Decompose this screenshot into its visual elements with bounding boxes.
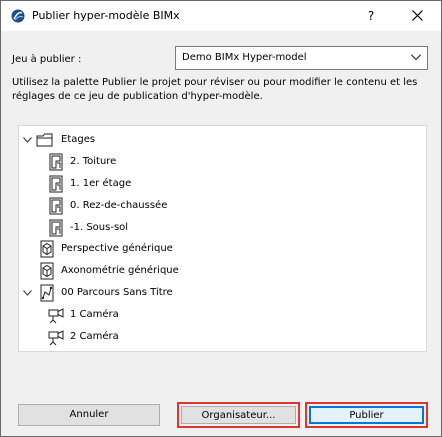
archicad-logo-icon: [11, 9, 25, 23]
title-bar: Publier hyper-modèle BIMx ?: [1, 1, 441, 31]
folder-icon: [36, 133, 53, 147]
3d-view-icon: [40, 240, 54, 258]
publish-bimx-dialog: Publier hyper-modèle BIMx ? Jeu à publie…: [0, 0, 442, 437]
tree-node-label: Etages: [61, 134, 96, 145]
camera-icon: [48, 308, 64, 324]
floor-plan-icon: [49, 175, 63, 193]
floor-plan-icon: [49, 153, 63, 171]
close-icon: [412, 10, 423, 21]
help-button[interactable]: ?: [361, 6, 381, 26]
camera-icon: [48, 330, 64, 346]
expand-chevron-icon[interactable]: [23, 289, 32, 297]
tree-node-label: Axonométrie générique: [61, 265, 179, 276]
organizer-button-label: Organisateur...: [181, 406, 296, 424]
floor-plan-icon: [49, 219, 63, 237]
close-button[interactable]: [401, 3, 435, 29]
3d-view-icon: [40, 262, 54, 280]
tree-node-label: -1. Sous-sol: [70, 222, 129, 233]
tree-node-label: Perspective générique: [61, 243, 173, 254]
tree-node-label: 1. 1er étage: [70, 178, 132, 189]
publish-set-value: Demo BIMx Hyper-model: [182, 52, 307, 63]
tree-node-label: 1 Caméra: [70, 309, 119, 320]
tree-node-label: 2 Caméra: [70, 331, 119, 342]
tree-node-label: 0. Rez-de-chaussée: [70, 200, 168, 211]
description-text: Utilisez la palette Publier le projet po…: [12, 77, 418, 102]
organizer-button[interactable]: Organisateur...: [177, 402, 300, 428]
publish-set-label: Jeu à publier :: [12, 54, 82, 65]
cancel-button[interactable]: Annuler: [18, 404, 160, 426]
window-title: Publier hyper-modèle BIMx: [32, 9, 180, 22]
publish-tree[interactable]: Etages 2. Toiture 1. 1er étage 0. Rez-de…: [18, 125, 427, 352]
chevron-down-icon: [411, 54, 421, 61]
path-icon: [40, 284, 54, 302]
tree-node-label: 00 Parcours Sans Titre: [61, 287, 173, 298]
publish-set-select[interactable]: Demo BIMx Hyper-model: [175, 46, 428, 70]
expand-chevron-icon[interactable]: [23, 136, 32, 144]
publish-button[interactable]: Publier: [305, 402, 428, 428]
tree-node-label: 2. Toiture: [70, 156, 117, 167]
publish-button-label: Publier: [309, 406, 424, 424]
floor-plan-icon: [49, 197, 63, 215]
